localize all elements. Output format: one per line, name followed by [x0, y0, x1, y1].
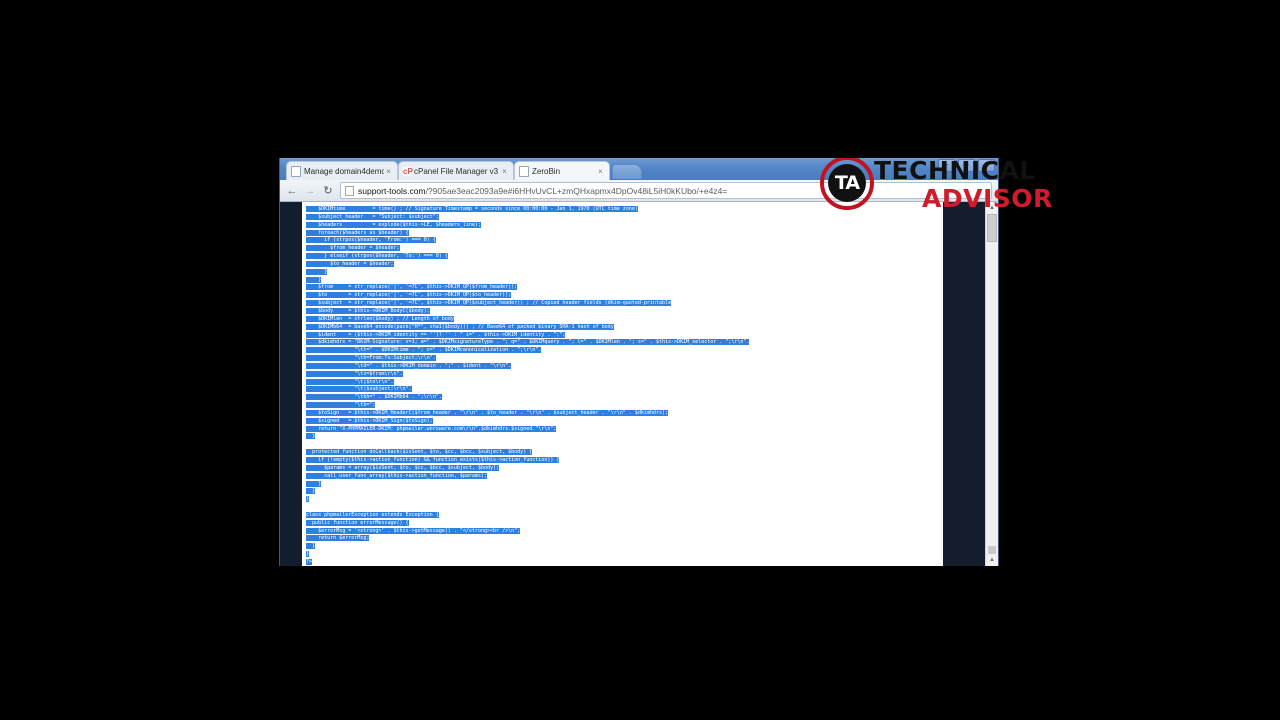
tab-title: cPanel File Manager v3 [414, 166, 499, 176]
browser-window: Manage domain4demo.in × cP cPanel File M… [280, 158, 998, 566]
url-host: support-tools.com [358, 185, 426, 196]
forward-icon[interactable]: → [304, 185, 316, 197]
scroll-down-icon[interactable]: ▲ [988, 556, 996, 564]
page-left-rail [280, 202, 302, 566]
code-block: $DKIMtime = time() ; // Signature Timest… [306, 206, 943, 566]
minimize-button[interactable]: – [938, 159, 955, 172]
code-text: $DKIMtime = time() ; // Signature Timest… [306, 206, 750, 565]
cpanel-icon: cP [403, 166, 413, 176]
tab-strip: Manage domain4demo.in × cP cPanel File M… [280, 158, 998, 180]
page-right-rail [943, 202, 985, 566]
browser-tab-1[interactable]: Manage domain4demo.in × [286, 161, 398, 180]
back-icon[interactable]: ← [286, 185, 298, 197]
resize-grip[interactable] [988, 546, 996, 554]
close-window-button[interactable]: × [978, 159, 995, 172]
close-icon[interactable]: × [596, 167, 605, 176]
tab-title: ZeroBin [532, 166, 561, 176]
paste-content-area[interactable]: $DKIMtime = time() ; // Signature Timest… [302, 202, 943, 566]
address-bar[interactable]: support-tools.com/?905ae3eac2093a9e#i6HH… [340, 182, 992, 199]
browser-tab-2[interactable]: cP cPanel File Manager v3 × [398, 161, 514, 180]
close-icon[interactable]: × [500, 167, 509, 176]
page-viewport: $DKIMtime = time() ; // Signature Timest… [280, 202, 998, 566]
letterbox-top [0, 0, 1280, 158]
page-icon [291, 165, 301, 177]
page-info-icon[interactable] [345, 185, 354, 196]
vertical-scrollbar[interactable]: ▲ ▲ [985, 202, 998, 566]
navigation-toolbar: ← → ↻ support-tools.com/?905ae3eac2093a9… [280, 180, 998, 202]
scrollbar-thumb[interactable] [987, 214, 997, 242]
window-controls: – □ × [938, 159, 995, 172]
video-frame: Manage domain4demo.in × cP cPanel File M… [0, 0, 1280, 720]
reload-icon[interactable]: ↻ [322, 185, 334, 197]
new-tab-button[interactable] [612, 164, 642, 179]
maximize-button[interactable]: □ [958, 159, 975, 172]
url-path: /?905ae3eac2093a9e#i6HHvUvCL+zmQHxapmx4D… [425, 185, 728, 196]
tab-title: Manage domain4demo.in [304, 166, 384, 176]
browser-tab-3[interactable]: ZeroBin × [514, 161, 610, 180]
scroll-up-icon[interactable]: ▲ [988, 204, 996, 212]
page-icon [519, 165, 529, 177]
close-icon[interactable]: × [384, 167, 393, 176]
letterbox-bottom [0, 566, 1280, 720]
